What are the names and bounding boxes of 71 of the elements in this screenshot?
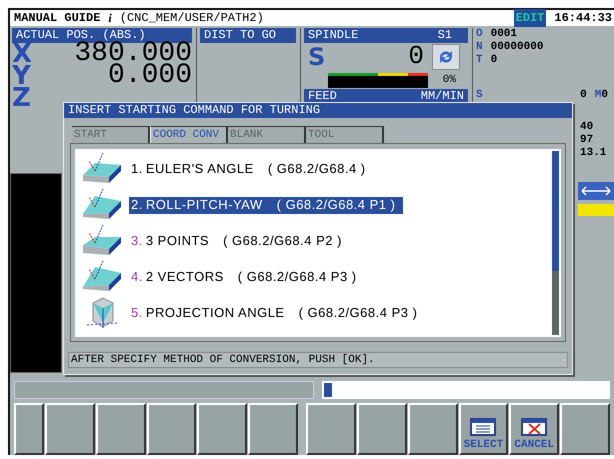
option-label: 3 POINTS <box>146 232 210 250</box>
clock: 16:44:33 <box>554 10 612 27</box>
program-value: 0 <box>490 54 498 67</box>
soft-key[interactable] <box>197 403 248 455</box>
soft-key[interactable] <box>146 403 196 455</box>
text-cursor <box>324 383 332 398</box>
switch-button[interactable] <box>578 182 614 200</box>
spindle-header: SPINDLE S1 <box>304 28 468 43</box>
option-item[interactable]: 3. 3 POINTS ( G68.2/G68.4 P2 ) <box>81 223 561 259</box>
side-value: 13.1 <box>580 147 606 160</box>
title-mark: i <box>108 10 112 27</box>
spindle-load-reading: 0% <box>442 72 456 88</box>
option-code: ( G68.2/G68.4 P3 ) <box>238 268 357 286</box>
soft-key[interactable] <box>45 403 95 455</box>
soft-key[interactable] <box>248 403 298 455</box>
option-code: ( G68.2/G68.4 P3 ) <box>298 304 418 322</box>
program-path: (CNC_MEM/USER/PATH2) <box>120 10 264 27</box>
option-item[interactable]: 4. 2 VECTORS ( G68.2/G68.4 P3 ) <box>81 259 561 295</box>
option-item[interactable]: 1. EULER'S ANGLE ( G68.2/G68.4 ) <box>81 151 561 187</box>
tab[interactable]: START <box>72 126 150 143</box>
program-label: N <box>476 41 483 54</box>
spindle-status-value: 0 <box>580 89 587 102</box>
option-number: 3. <box>130 232 143 250</box>
spindle-speed: 0 <box>408 40 424 73</box>
soft-key[interactable]: CANCEL <box>509 403 560 455</box>
guidance-message: AFTER SPECIFY METHOD OF CONVERSION, PUSH [OK]. <box>68 352 568 368</box>
list-window-icon <box>470 418 496 436</box>
indicator-block <box>578 204 614 216</box>
screen-title: MANUAL GUIDE <box>14 10 100 27</box>
spindle-status-label: S <box>476 89 483 102</box>
option-label: PROJECTION ANGLE <box>146 304 285 322</box>
program-label: T <box>476 54 483 67</box>
soft-key[interactable] <box>306 403 356 455</box>
tab[interactable]: BLANK <box>228 126 306 143</box>
option-number: 1. <box>130 160 143 178</box>
soft-key[interactable] <box>14 403 44 455</box>
dist-to-go-header: DIST TO GO <box>200 28 296 43</box>
option-label: EULER'S ANGLE <box>146 160 254 178</box>
option-label: 2 VECTORS <box>146 268 224 286</box>
side-value: 97 <box>580 134 594 148</box>
axis-label: Z <box>12 85 32 111</box>
spindle-letter: S <box>308 42 326 72</box>
scrollbar-thumb[interactable] <box>552 151 559 271</box>
program-value: 0001 <box>490 28 518 41</box>
left-right-arrow-icon <box>581 186 611 196</box>
soft-key[interactable] <box>560 403 610 455</box>
option-item[interactable]: 5. PROJECTION ANGLE ( G68.2/G68.4 P3 ) <box>81 295 561 331</box>
m-code-value: 0 <box>601 89 608 102</box>
option-number: 4. <box>130 268 143 286</box>
dialog-title: INSERT STARTING COMMAND FOR TURNING <box>64 103 572 118</box>
cancel-window-icon <box>521 418 548 436</box>
soft-key[interactable] <box>356 403 407 455</box>
program-value: 00000000 <box>490 41 544 54</box>
program-label: O <box>476 28 483 41</box>
tab[interactable]: TOOL <box>306 126 384 143</box>
option-code: ( G68.2/G68.4 P1 ) <box>276 196 396 214</box>
mode-indicator: EDIT <box>514 9 546 27</box>
option-code: ( G68.2/G68.4 ) <box>268 160 366 178</box>
soft-key[interactable] <box>408 403 458 455</box>
soft-key[interactable]: SELECT <box>458 403 508 455</box>
tab[interactable]: COORD CONV <box>150 126 228 143</box>
m-code-label: M <box>594 89 602 102</box>
side-value: 40 <box>580 121 594 134</box>
spindle-rotation-icon <box>432 44 460 70</box>
option-number: 2. <box>130 196 143 214</box>
soft-key[interactable] <box>96 403 146 455</box>
option-label: ROLL-PITCH-YAW <box>146 196 263 214</box>
option-item[interactable]: 2. ROLL-PITCH-YAW ( G68.2/G68.4 P1 ) <box>81 187 561 223</box>
input-field[interactable] <box>322 381 610 399</box>
option-code: ( G68.2/G68.4 P2 ) <box>223 232 342 250</box>
option-number: 5. <box>130 304 143 322</box>
